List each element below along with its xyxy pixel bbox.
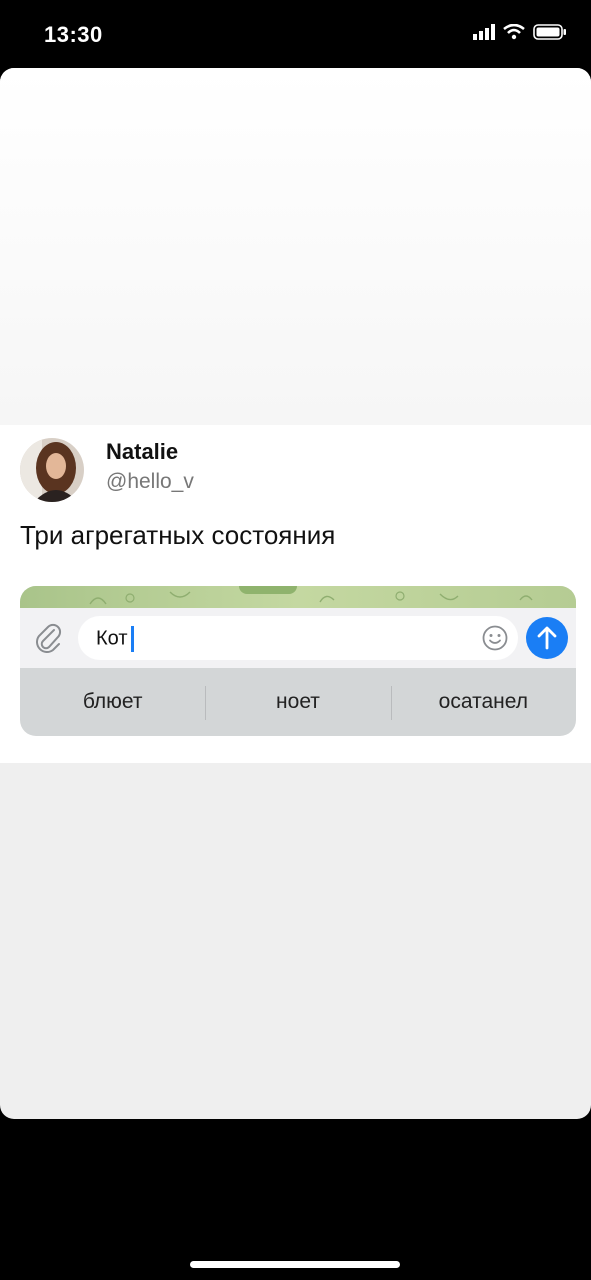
- tweet-text: Три агрегатных состояния: [20, 520, 336, 550]
- message-input[interactable]: Кот: [78, 616, 518, 660]
- suggestion-1[interactable]: блюет: [20, 668, 205, 736]
- wifi-icon: [503, 24, 525, 40]
- arrow-up-icon: [537, 626, 557, 650]
- suggestion-2[interactable]: ноет: [205, 668, 390, 736]
- signal-icon: [473, 24, 495, 40]
- emoji-icon[interactable]: [482, 625, 508, 651]
- blank-area: [0, 68, 591, 425]
- chat-wallpaper: [20, 586, 576, 608]
- content-sheet: Natalie @hello_v Три агрегатных состояни…: [0, 68, 591, 1119]
- avatar[interactable]: [20, 438, 84, 502]
- send-button[interactable]: [526, 617, 568, 659]
- status-time: 13:30: [44, 22, 103, 47]
- drag-handle: [239, 586, 297, 594]
- tweet[interactable]: Natalie @hello_v Три агрегатных состояни…: [0, 425, 591, 763]
- attach-icon[interactable]: [34, 621, 64, 655]
- status-bar: 13:30: [0, 0, 591, 68]
- keyboard-suggestions: блюет ноет осатанел: [20, 668, 576, 736]
- home-indicator[interactable]: [190, 1261, 400, 1268]
- author-handle[interactable]: @hello_v: [106, 470, 194, 494]
- status-icons: [473, 24, 567, 40]
- author-name[interactable]: Natalie: [106, 439, 178, 465]
- suggestion-3[interactable]: осатанел: [390, 668, 576, 736]
- battery-icon: [533, 24, 566, 40]
- chat-input-bar: Кот: [20, 608, 576, 668]
- text-cursor: [130, 626, 134, 652]
- message-input-text[interactable]: Кот: [96, 626, 134, 652]
- tweet-image[interactable]: Кот блюет ноет осатанел: [20, 586, 576, 736]
